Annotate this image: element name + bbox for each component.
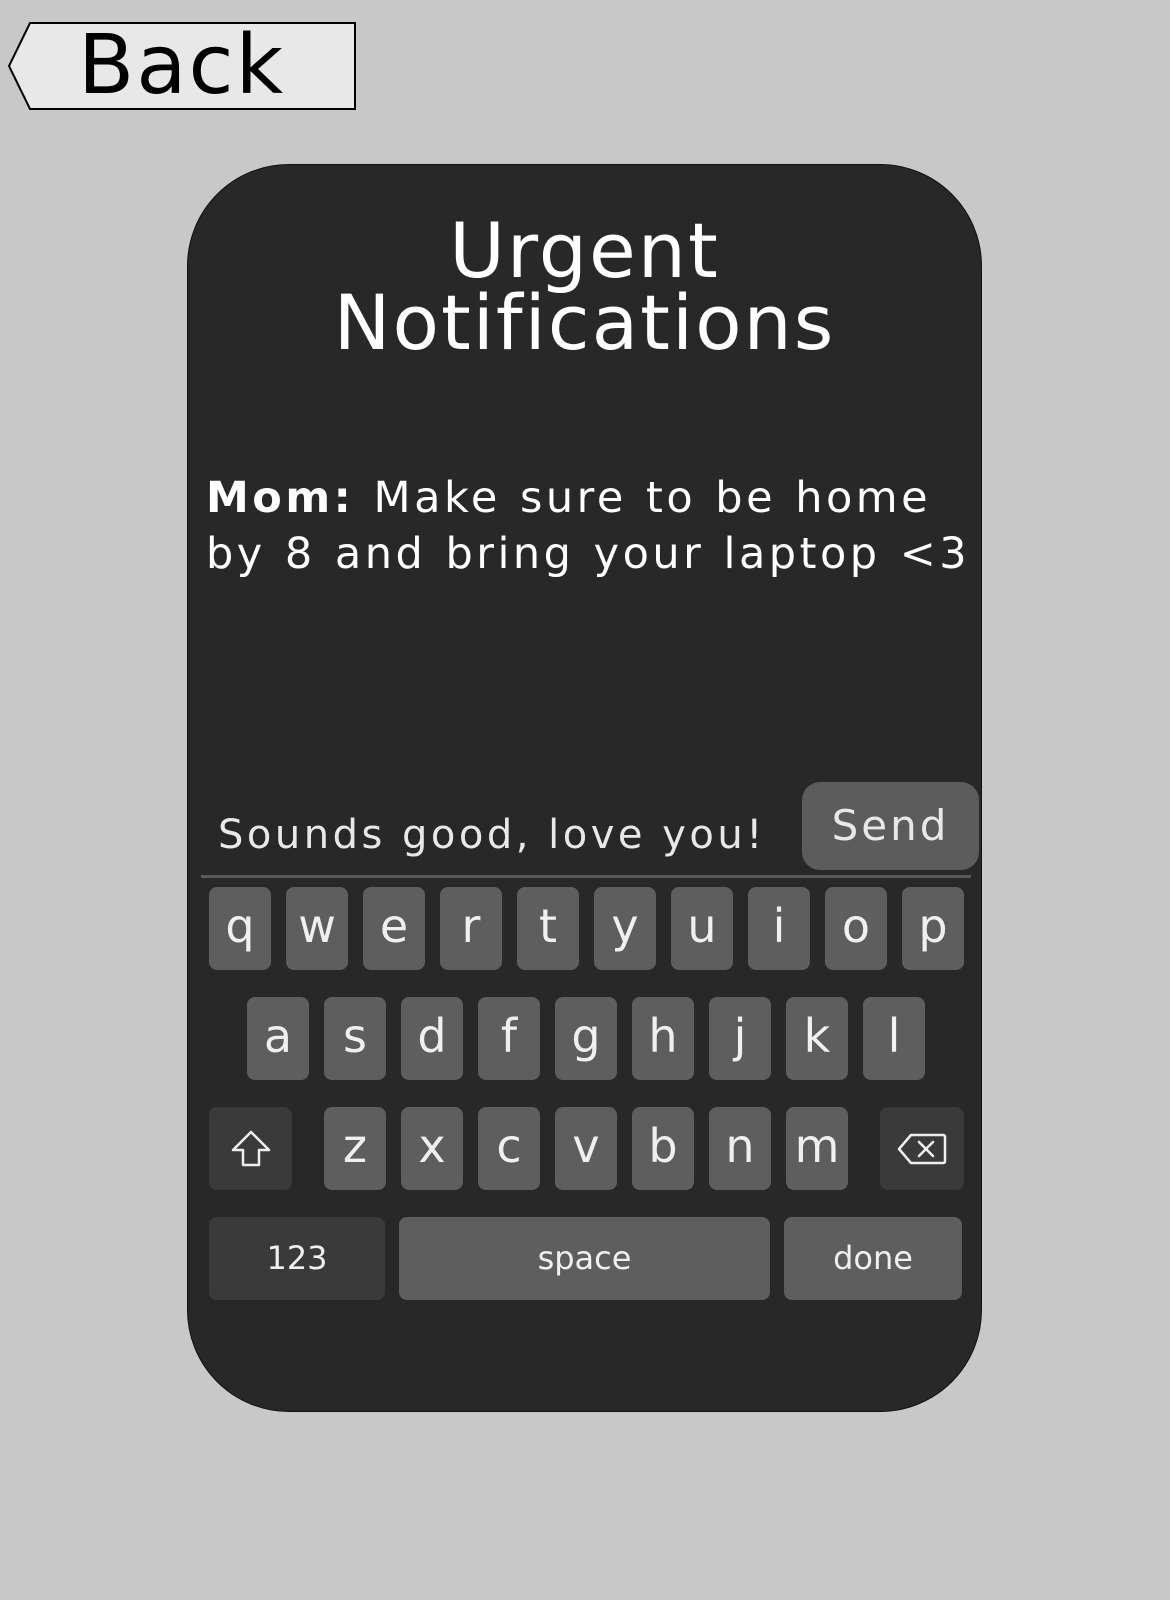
reply-input[interactable]: Sounds good, love you! [218, 805, 778, 865]
key-g[interactable]: g [555, 997, 617, 1080]
key-l[interactable]: l [863, 997, 925, 1080]
title-line-1: Urgent [449, 206, 720, 295]
space-key[interactable]: space [399, 1217, 770, 1300]
key-z[interactable]: z [324, 1107, 386, 1190]
input-divider [201, 875, 971, 878]
send-button[interactable]: Send [802, 782, 979, 870]
key-e[interactable]: e [363, 887, 425, 970]
key-r[interactable]: r [440, 887, 502, 970]
key-t[interactable]: t [517, 887, 579, 970]
key-d[interactable]: d [401, 997, 463, 1080]
key-j[interactable]: j [709, 997, 771, 1080]
key-u[interactable]: u [671, 887, 733, 970]
key-n[interactable]: n [709, 1107, 771, 1190]
key-i[interactable]: i [748, 887, 810, 970]
delete-key[interactable] [880, 1107, 964, 1190]
back-button[interactable]: Back [8, 22, 356, 110]
message-sender: Mom: [206, 473, 355, 523]
key-o[interactable]: o [825, 887, 887, 970]
key-q[interactable]: q [209, 887, 271, 970]
key-f[interactable]: f [478, 997, 540, 1080]
back-label: Back [78, 18, 286, 113]
key-c[interactable]: c [478, 1107, 540, 1190]
notification-message: Mom: Make sure to be home by 8 and bring… [206, 470, 976, 582]
key-k[interactable]: k [786, 997, 848, 1080]
key-h[interactable]: h [632, 997, 694, 1080]
key-y[interactable]: y [594, 887, 656, 970]
numbers-key[interactable]: 123 [209, 1217, 385, 1300]
notification-card: Urgent Notifications Mom: Make sure to b… [187, 164, 982, 1412]
key-a[interactable]: a [247, 997, 309, 1080]
key-x[interactable]: x [401, 1107, 463, 1190]
key-b[interactable]: b [632, 1107, 694, 1190]
key-s[interactable]: s [324, 997, 386, 1080]
backspace-icon [897, 1133, 947, 1164]
shift-key[interactable] [209, 1107, 292, 1190]
key-v[interactable]: v [555, 1107, 617, 1190]
shift-icon [231, 1130, 270, 1166]
page-title: Urgent Notifications [188, 206, 981, 367]
title-line-2: Notifications [333, 278, 836, 367]
key-w[interactable]: w [286, 887, 348, 970]
key-p[interactable]: p [902, 887, 964, 970]
done-key[interactable]: done [784, 1217, 962, 1300]
key-m[interactable]: m [786, 1107, 848, 1190]
